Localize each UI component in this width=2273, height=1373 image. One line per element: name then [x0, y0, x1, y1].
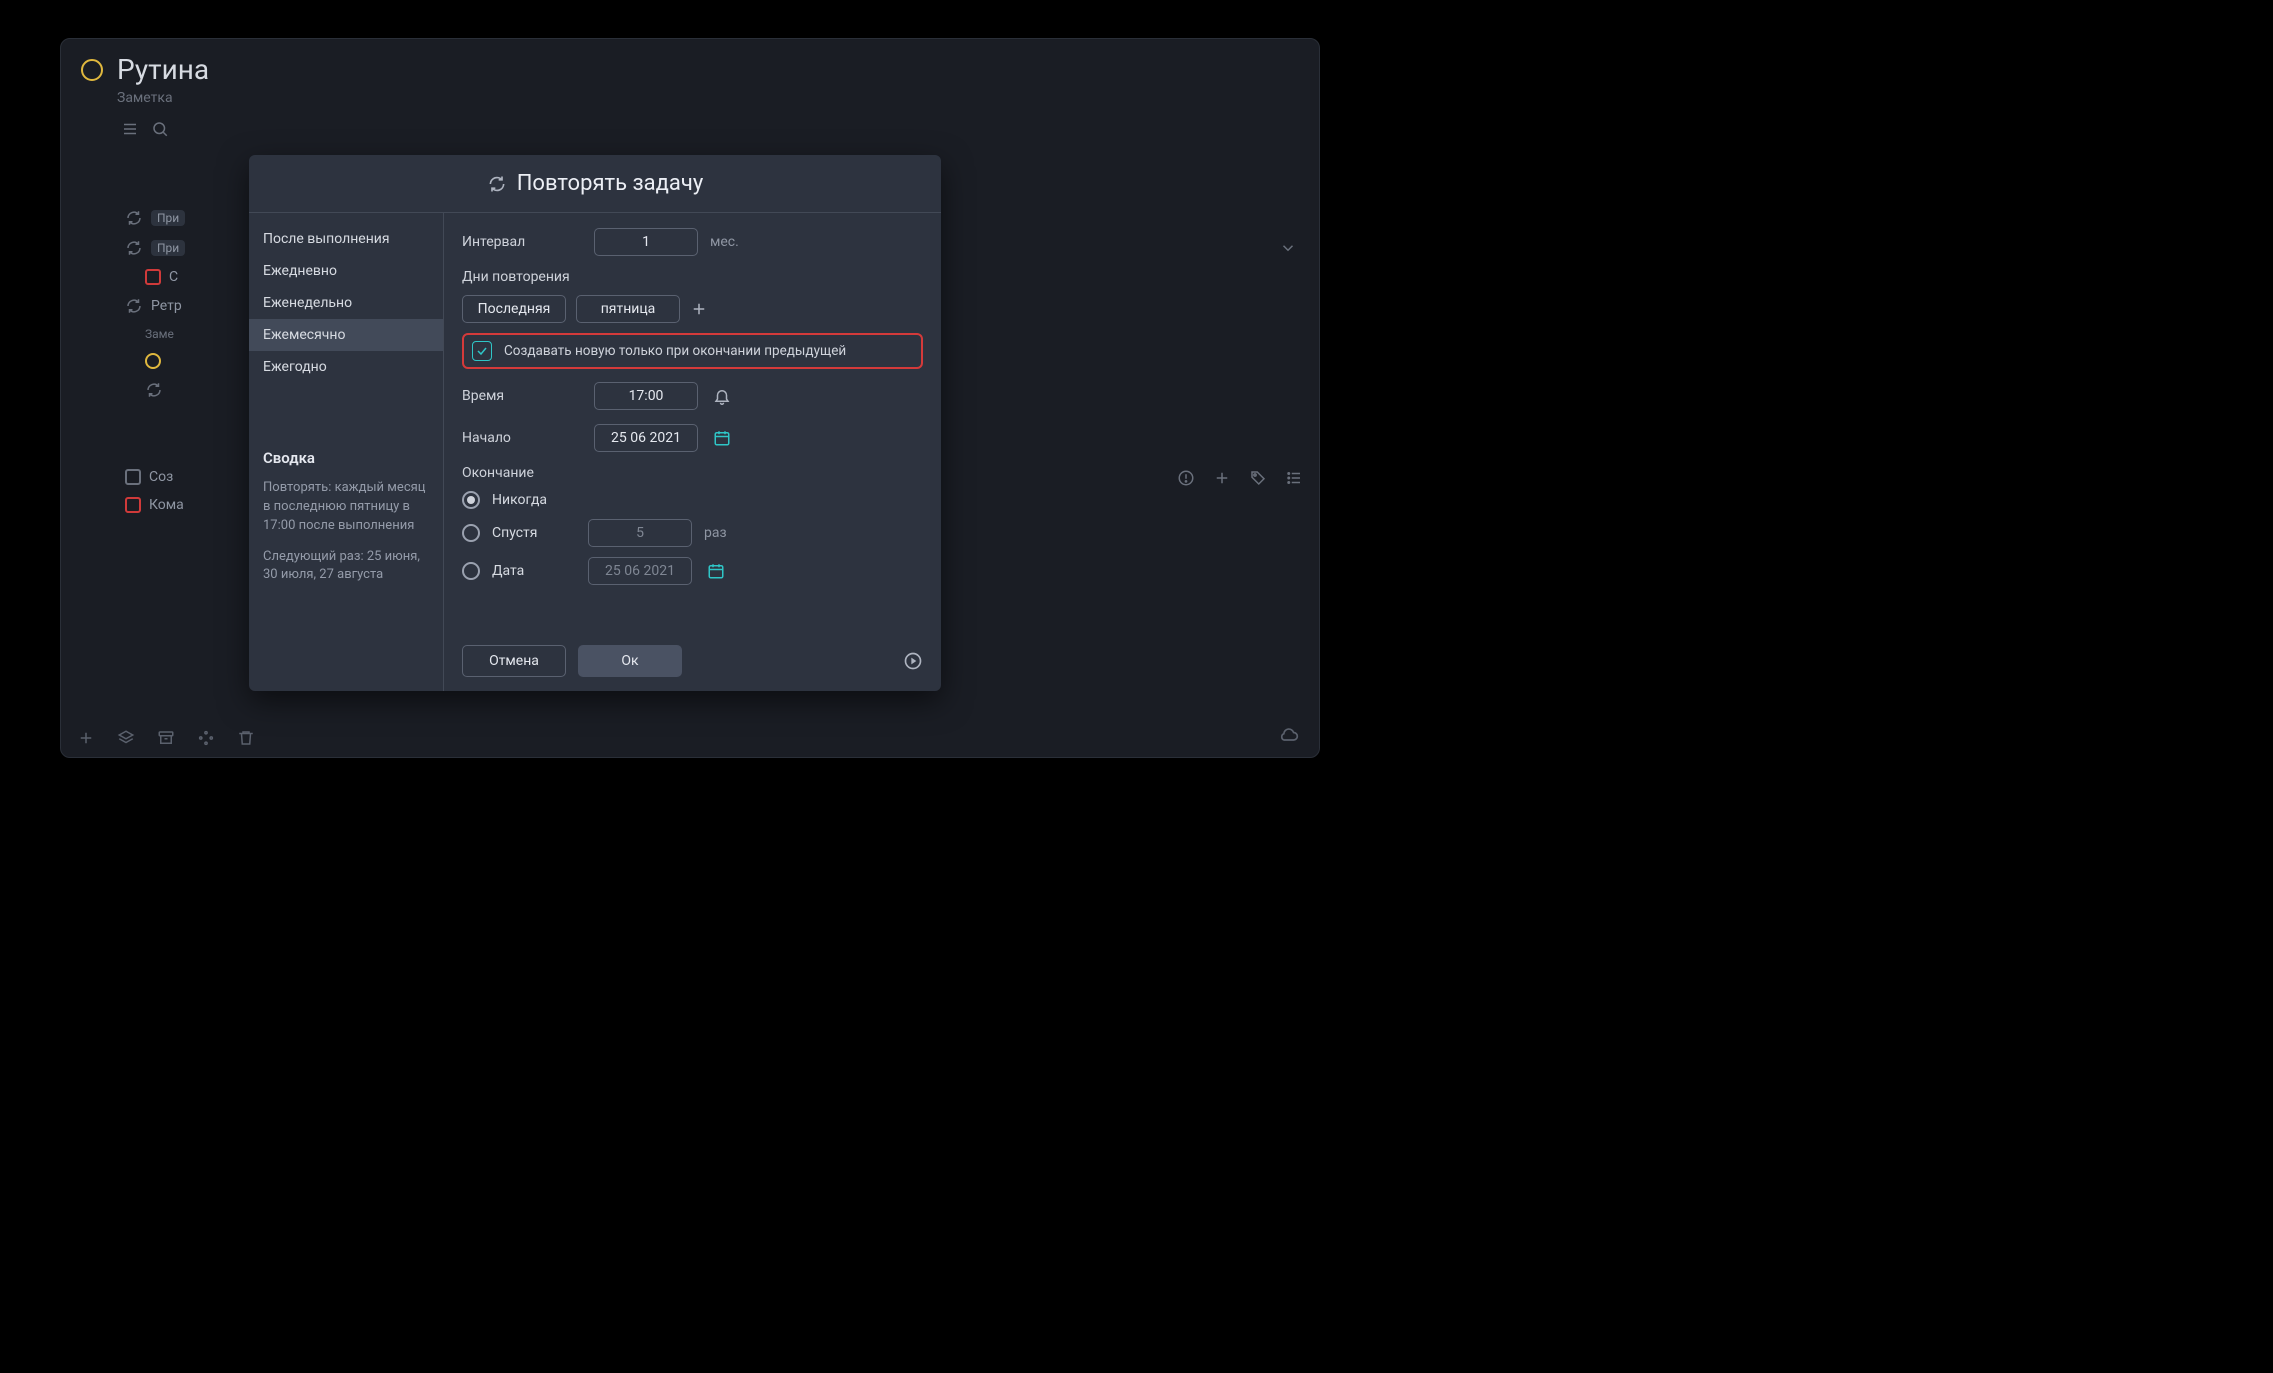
alert-icon[interactable]	[1177, 469, 1195, 487]
window-title: Рутина	[117, 53, 209, 86]
modal-header: Повторять задачу	[249, 155, 941, 213]
repeat-icon	[145, 381, 163, 399]
bg-item: При	[119, 233, 249, 263]
end-date-label: Дата	[492, 563, 576, 579]
end-never-label: Никогда	[492, 492, 576, 508]
side-item-monthly[interactable]: Ежемесячно	[249, 319, 443, 351]
end-date-input[interactable]: 25 06 2021	[588, 557, 692, 585]
start-label: Начало	[462, 430, 582, 446]
modal-title: Повторять задачу	[517, 171, 704, 196]
interval-input[interactable]: 1	[594, 228, 698, 256]
side-item-after-done[interactable]: После выполнения	[249, 223, 443, 255]
radio-date[interactable]	[462, 562, 480, 580]
bg-label: При	[151, 240, 185, 256]
summary-heading: Сводка	[249, 443, 443, 473]
side-item-daily[interactable]: Ежедневно	[249, 255, 443, 287]
bell-icon[interactable]	[710, 387, 734, 405]
add-day-button[interactable]	[690, 300, 714, 318]
end-after-label: Спустя	[492, 525, 576, 541]
modal-footer: Отмена Ок	[462, 645, 923, 677]
bg-item: C	[119, 263, 249, 291]
time-row: Время 17:00	[462, 381, 923, 411]
interval-row: Интервал 1 мес.	[462, 227, 923, 257]
create-after-previous-row: Создавать новую только при окончании пре…	[462, 333, 923, 369]
days-label: Дни повторения	[462, 269, 923, 285]
start-row: Начало 25 06 2021	[462, 423, 923, 453]
bg-item: Соз	[119, 463, 249, 491]
background-items: При При C Ретр Заме Соз Кома	[119, 203, 249, 519]
calendar-icon[interactable]	[710, 429, 734, 447]
side-item-yearly[interactable]: Ежегодно	[249, 351, 443, 383]
move-icon[interactable]	[197, 729, 215, 747]
plus-icon[interactable]	[77, 729, 95, 747]
bg-label: При	[151, 210, 185, 226]
time-input[interactable]: 17:00	[594, 382, 698, 410]
end-never-row[interactable]: Никогда	[462, 491, 923, 509]
create-after-previous-checkbox[interactable]	[472, 341, 492, 361]
layers-icon[interactable]	[117, 729, 135, 747]
ok-button[interactable]: Ок	[578, 645, 682, 677]
bg-item: При	[119, 203, 249, 233]
search-icon[interactable]	[151, 120, 169, 138]
window-header: Рутина	[61, 39, 1319, 88]
right-toolbar	[1177, 469, 1303, 487]
bg-item: Кома	[119, 491, 249, 519]
toolbar	[61, 106, 1319, 138]
trash-icon[interactable]	[237, 729, 255, 747]
bg-label: Заме	[145, 327, 174, 341]
side-item-weekly[interactable]: Еженедельно	[249, 287, 443, 319]
list-icon[interactable]	[1285, 469, 1303, 487]
end-after-count-input[interactable]: 5	[588, 519, 692, 547]
start-date-input[interactable]: 25 06 2021	[594, 424, 698, 452]
end-after-row[interactable]: Спустя 5 раз	[462, 519, 923, 547]
interval-unit: мес.	[710, 234, 739, 250]
plus-icon[interactable]	[1213, 469, 1231, 487]
repeat-icon	[125, 297, 143, 315]
cancel-button[interactable]: Отмена	[462, 645, 566, 677]
task-ring-icon	[81, 59, 103, 81]
calendar-icon[interactable]	[704, 562, 728, 580]
play-icon[interactable]	[903, 651, 923, 671]
week-ordinal-select[interactable]: Последняя	[462, 295, 566, 323]
repeat-icon	[487, 174, 507, 194]
app-window: Рутина Заметка При При C Ретр Заме	[60, 38, 1320, 758]
bg-label: Соз	[149, 469, 173, 485]
task-ring-icon	[145, 353, 161, 369]
modal-sidebar: После выполнения Ежедневно Еженедельно Е…	[249, 213, 444, 691]
archive-icon[interactable]	[157, 729, 175, 747]
radio-never[interactable]	[462, 491, 480, 509]
radio-after[interactable]	[462, 524, 480, 542]
bottom-toolbar	[77, 729, 255, 747]
cloud-icon[interactable]	[1279, 725, 1299, 745]
window-subtitle: Заметка	[61, 90, 1319, 106]
checkbox-icon	[145, 269, 161, 285]
summary-text: Повторять: каждый месяц в последнюю пятн…	[249, 473, 443, 542]
days-chips: Последняя пятница	[462, 295, 923, 323]
bg-label: Ретр	[151, 298, 182, 314]
bg-item: Ретр	[119, 291, 249, 321]
bg-item	[119, 375, 249, 405]
tag-icon[interactable]	[1249, 469, 1267, 487]
end-date-row[interactable]: Дата 25 06 2021	[462, 557, 923, 585]
repeat-icon	[125, 239, 143, 257]
end-label: Окончание	[462, 465, 923, 481]
repeat-task-modal: Повторять задачу После выполнения Ежедне…	[249, 155, 941, 691]
checkbox-icon	[125, 497, 141, 513]
time-label: Время	[462, 388, 582, 404]
summary-next: Следующий раз: 25 июня, 30 июля, 27 авгу…	[249, 542, 443, 592]
create-after-previous-label: Создавать новую только при окончании пре…	[504, 343, 846, 359]
interval-label: Интервал	[462, 234, 582, 250]
modal-main: Интервал 1 мес. Дни повторения Последняя…	[444, 213, 941, 691]
chevron-down-icon[interactable]	[1279, 239, 1297, 257]
end-after-unit: раз	[704, 525, 727, 541]
bg-label: C	[169, 269, 178, 285]
bg-label: Кома	[149, 497, 184, 513]
bg-item	[119, 347, 249, 375]
bg-item: Заме	[119, 321, 249, 347]
repeat-icon	[125, 209, 143, 227]
modal-body: После выполнения Ежедневно Еженедельно Е…	[249, 213, 941, 691]
weekday-select[interactable]: пятница	[576, 295, 680, 323]
list-icon[interactable]	[121, 120, 139, 138]
checkbox-icon	[125, 469, 141, 485]
